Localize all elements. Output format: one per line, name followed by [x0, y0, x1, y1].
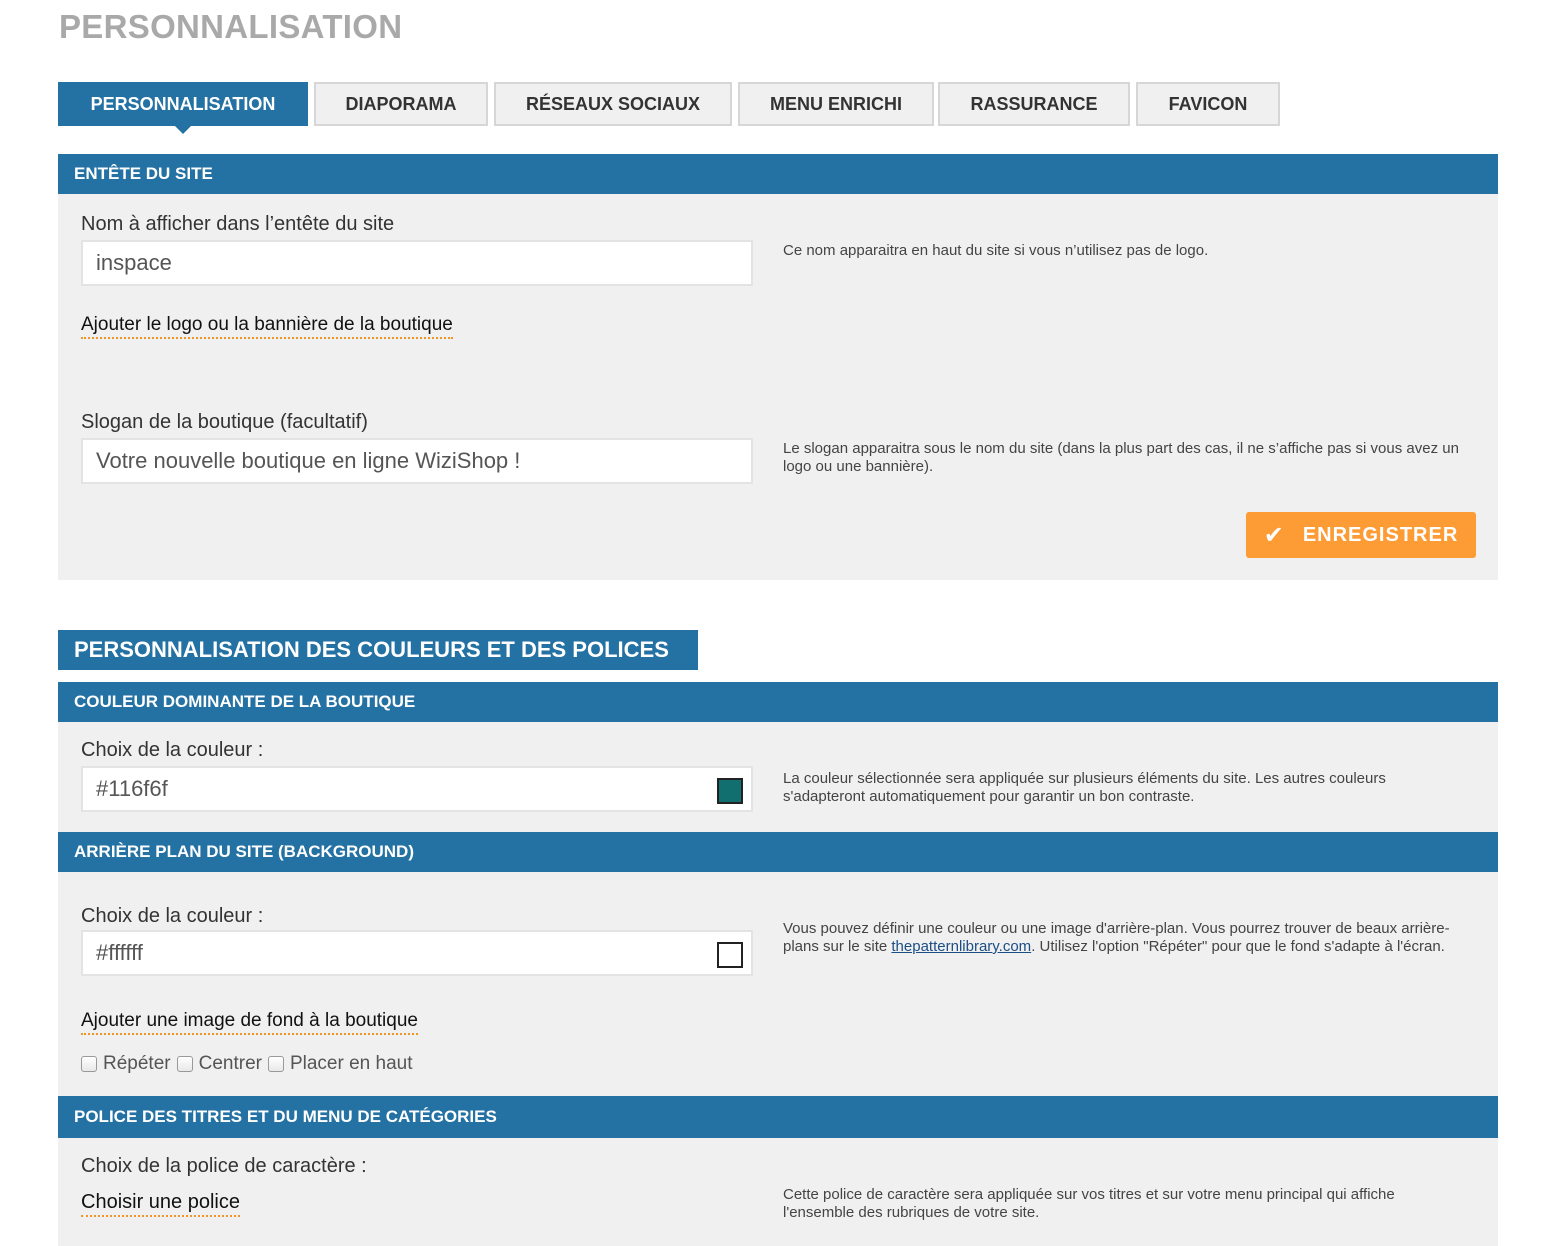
slogan-label: Slogan de la boutique (facultatif)	[81, 411, 368, 433]
dominant-color-value: #116f6f	[96, 776, 168, 801]
tab-rassurance[interactable]: RASSURANCE	[938, 82, 1130, 126]
background-color-value: #ffffff	[96, 940, 143, 965]
centrer-label: Centrer	[198, 1053, 262, 1074]
tab-reseaux-sociaux[interactable]: RÉSEAUX SOCIAUX	[494, 82, 732, 126]
dominant-color-label: Choix de la couleur :	[81, 739, 264, 761]
site-name-help: Ce nom apparaitra en haut du site si vou…	[783, 242, 1209, 259]
option-repeter[interactable]: Répéter	[81, 1053, 171, 1075]
background-color-label: Choix de la couleur :	[81, 905, 264, 927]
page: PERSONNALISATION PERSONNALISATION DIAPOR…	[0, 0, 1552, 1246]
section-header-couleur-dominante: COULEUR DOMINANTE DE LA BOUTIQUE	[58, 682, 1498, 722]
slogan-input[interactable]: Votre nouvelle boutique en ligne WiziSho…	[81, 438, 753, 484]
section-header-entete: ENTÊTE DU SITE	[58, 154, 1498, 194]
tab-diaporama[interactable]: DIAPORAMA	[314, 82, 488, 126]
background-options: Répéter Centrer Placer en haut	[81, 1053, 419, 1075]
option-placer-en-haut[interactable]: Placer en haut	[267, 1053, 413, 1075]
font-help: Cette police de caractère sera appliquée…	[783, 1186, 1395, 1221]
background-color-swatch[interactable]	[717, 942, 743, 968]
placer-en-haut-checkbox[interactable]	[267, 1056, 284, 1072]
page-title: PERSONNALISATION	[59, 8, 403, 45]
slogan-help: Le slogan apparaitra sous le nom du site…	[783, 440, 1459, 475]
add-logo-link[interactable]: Ajouter le logo ou la bannière de la bou…	[81, 314, 453, 339]
pattern-library-link[interactable]: thepatternlibrary.com	[891, 938, 1031, 955]
save-button[interactable]: ✔ ENREGISTRER	[1246, 512, 1476, 558]
check-icon: ✔	[1263, 521, 1285, 549]
section-title-couleurs-polices: PERSONNALISATION DES COULEURS ET DES POL…	[58, 630, 698, 670]
site-name-value: inspace	[96, 250, 172, 275]
save-button-label: ENREGISTRER	[1302, 523, 1459, 546]
site-name-input[interactable]: inspace	[81, 240, 753, 286]
tab-personnalisation[interactable]: PERSONNALISATION	[58, 82, 308, 134]
background-help: Vous pouvez définir une couleur ou une i…	[783, 920, 1463, 956]
tab-favicon[interactable]: FAVICON	[1136, 82, 1280, 126]
centrer-checkbox[interactable]	[176, 1056, 193, 1072]
choose-font-link[interactable]: Choisir une police	[81, 1191, 240, 1217]
dominant-color-input[interactable]: #116f6f	[81, 766, 753, 812]
placer-en-haut-label: Placer en haut	[289, 1053, 413, 1074]
repeter-checkbox[interactable]	[81, 1056, 97, 1072]
repeter-label: Répéter	[103, 1053, 171, 1074]
add-background-image-link[interactable]: Ajouter une image de fond à la boutique	[81, 1010, 418, 1035]
dominant-color-swatch[interactable]	[717, 778, 743, 804]
section-header-police: POLICE DES TITRES ET DU MENU DE CATÉGORI…	[58, 1096, 1498, 1138]
dominant-color-help: La couleur sélectionnée sera appliquée s…	[783, 770, 1386, 805]
slogan-value: Votre nouvelle boutique en ligne WiziSho…	[96, 448, 521, 473]
option-centrer[interactable]: Centrer	[176, 1053, 262, 1075]
site-name-label: Nom à afficher dans l’entête du site	[81, 213, 395, 235]
tab-menu-enrichi[interactable]: MENU ENRICHI	[738, 82, 934, 126]
font-label: Choix de la police de caractère :	[81, 1155, 367, 1177]
background-color-input[interactable]: #ffffff	[81, 930, 753, 976]
section-header-arriere-plan: ARRIÈRE PLAN DU SITE (BACKGROUND)	[58, 832, 1498, 872]
background-help-text-end: . Utilisez l'option "Répéter" pour que l…	[1031, 938, 1445, 955]
